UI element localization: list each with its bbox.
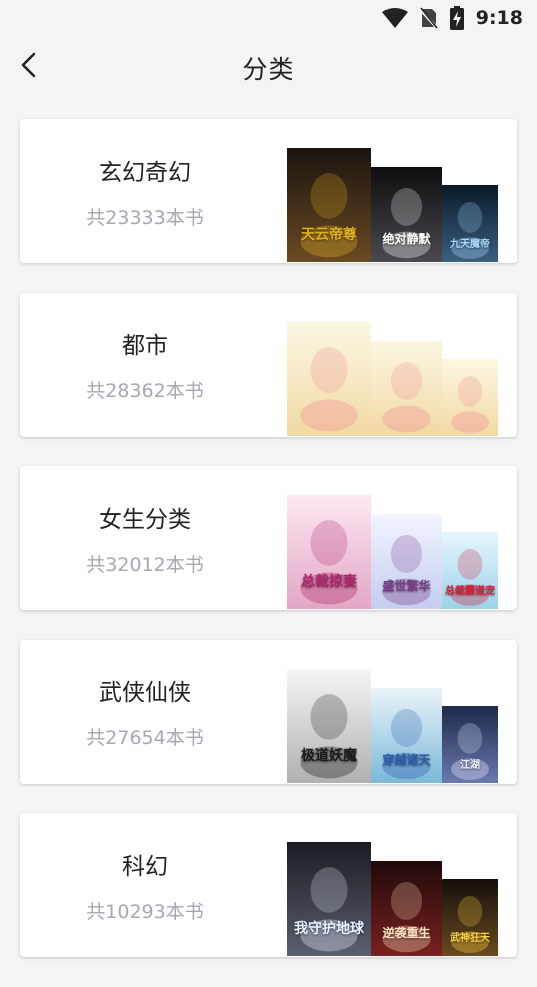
- category-card[interactable]: 科幻 共10293本书 我守护地球 逆袭重生 武神狂天: [20, 813, 517, 957]
- category-text: 玄幻奇幻共23333本书: [20, 119, 270, 263]
- category-card[interactable]: 女生分类 共32012本书 总裁掠妻 盛世繁华 总裁霸道宠: [20, 466, 517, 610]
- category-card[interactable]: 武侠仙侠 共27654本书 极道妖魔 穿越诸天 江湖: [20, 639, 517, 784]
- book-cover[interactable]: 总裁掠妻: [287, 495, 371, 609]
- battery-charging-icon: [449, 6, 464, 30]
- book-cover[interactable]: 盛世繁华: [371, 514, 442, 609]
- category-list: 玄幻奇幻 共23333本书 天云帝尊 绝对静默 九天魔帝 都市 共28362本书 女生分类 共3…: [20, 119, 517, 987]
- category-name: 女生分类: [99, 506, 191, 533]
- book-cover-title: 总裁掠妻: [301, 574, 357, 590]
- book-cover[interactable]: 江湖: [442, 705, 498, 783]
- book-cover[interactable]: 九天魔帝: [442, 185, 498, 262]
- book-cover[interactable]: 极道妖魔: [287, 668, 371, 783]
- category-name: 武侠仙侠: [99, 680, 191, 706]
- book-cover[interactable]: 穿越诸天: [371, 687, 442, 783]
- book-cover-title: 盛世繁华: [382, 579, 431, 593]
- book-cover-title: 九天魔帝: [450, 239, 490, 250]
- category-book-count: 共27654本书: [86, 727, 204, 749]
- cover-stack: 天云帝尊 绝对静默九天魔帝: [287, 119, 517, 263]
- cover-stack: 极道妖魔 穿越诸天 江湖: [287, 640, 517, 784]
- book-cover-title: 江湖: [460, 759, 480, 771]
- book-cover[interactable]: 武神狂天: [442, 879, 498, 956]
- book-cover-title: 绝对静默: [382, 232, 431, 246]
- book-cover[interactable]: [287, 321, 371, 436]
- clock-time: 9:18: [475, 7, 523, 29]
- category-book-count: 共10293本书: [86, 900, 204, 923]
- book-cover-title: 武神狂天: [450, 933, 490, 944]
- book-cover[interactable]: 总裁霸道宠: [442, 532, 498, 609]
- category-book-count: 共32012本书: [86, 553, 204, 576]
- cover-stack: [287, 293, 517, 437]
- book-cover-title: 总裁霸道宠: [445, 586, 495, 597]
- cover-stack: 总裁掠妻 盛世繁华总裁霸道宠: [287, 466, 517, 610]
- book-cover-title: 穿越诸天: [382, 752, 431, 767]
- book-cover[interactable]: 我守护地球: [287, 842, 371, 956]
- cover-stack: 我守护地球 逆袭重生武神狂天: [287, 813, 517, 957]
- app-bar: 分类: [0, 36, 537, 98]
- category-book-count: 共28362本书: [86, 380, 204, 402]
- book-cover[interactable]: 绝对静默: [371, 167, 442, 262]
- category-text: 女生分类共32012本书: [20, 466, 270, 610]
- category-card[interactable]: 玄幻奇幻 共23333本书 天云帝尊 绝对静默 九天魔帝: [20, 119, 517, 263]
- book-cover-title: 极道妖魔: [301, 747, 357, 764]
- book-cover[interactable]: 逆袭重生: [371, 861, 442, 956]
- status-bar: 9:18: [0, 0, 537, 36]
- book-cover-title: 逆袭重生: [382, 926, 431, 940]
- category-text: 武侠仙侠共27654本书: [20, 640, 270, 784]
- book-cover[interactable]: 天云帝尊: [287, 148, 371, 262]
- category-text: 科幻共10293本书: [20, 813, 270, 957]
- book-cover[interactable]: [371, 340, 442, 436]
- wifi-icon: [381, 8, 408, 28]
- category-text: 都市共28362本书: [20, 293, 270, 437]
- book-cover-title: 我守护地球: [294, 921, 364, 937]
- no-sim-icon: [419, 7, 438, 29]
- category-name: 都市: [122, 333, 168, 359]
- category-name: 科幻: [122, 853, 168, 880]
- book-cover[interactable]: [442, 358, 498, 436]
- category-card[interactable]: 都市共28362本书: [20, 292, 517, 437]
- category-name: 玄幻奇幻: [99, 159, 191, 186]
- category-book-count: 共23333本书: [86, 206, 204, 229]
- page-title: 分类: [242, 55, 295, 84]
- book-cover-title: 天云帝尊: [301, 227, 357, 243]
